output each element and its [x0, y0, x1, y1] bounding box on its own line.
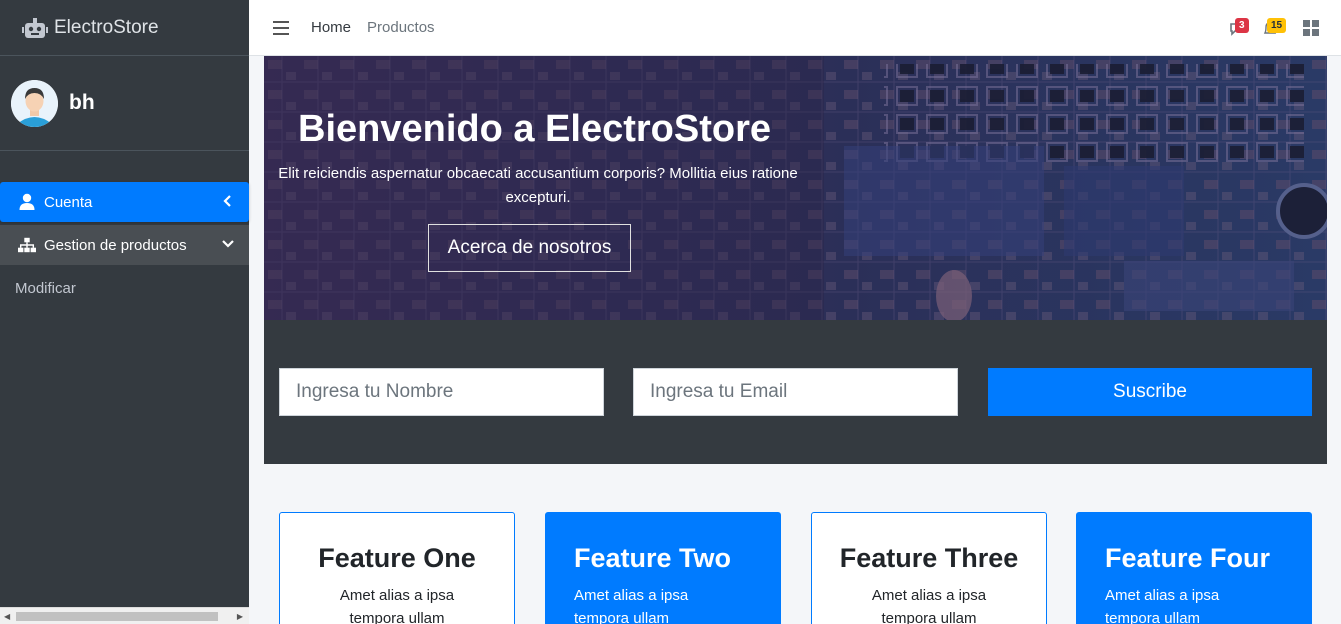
hero-title: Bienvenido a ElectroStore — [298, 108, 772, 150]
sidebar-subitem-label: Modificar — [15, 279, 76, 297]
nav-link-productos[interactable]: Productos — [367, 19, 435, 36]
feature-text: Amet alias a ipsa tempora ullam — [339, 587, 455, 624]
subscribe-section: Ingresa tu Nombre Ingresa tu Email Suscr… — [264, 320, 1327, 464]
scroll-right-icon[interactable]: ▶ — [237, 612, 243, 621]
alerts-button[interactable]: 15 — [1261, 16, 1287, 40]
subscribe-button[interactable]: Suscribe — [988, 368, 1312, 416]
top-navbar: Home Productos 3 15 — [249, 0, 1341, 56]
feature-title: Feature One — [318, 543, 476, 573]
about-us-button[interactable]: Acerca de nosotros — [428, 224, 631, 272]
feature-title: Feature Four — [1105, 543, 1271, 573]
feature-card: Feature Three Amet alias a ipsa tempora … — [811, 512, 1047, 624]
user-name[interactable]: bh — [69, 91, 95, 115]
sidebar: ElectroStore bh Cuenta Gestion de produc… — [0, 0, 249, 624]
avatar-image — [11, 79, 58, 127]
feature-title: Feature Two — [574, 543, 732, 573]
feature-card: Feature One Amet alias a ipsa tempora ul… — [279, 512, 515, 624]
feature-card: Feature Four Amet alias a ipsa tempora u… — [1076, 512, 1312, 624]
feature-text: Amet alias a ipsa tempora ullam — [1105, 587, 1220, 624]
sitemap-icon — [18, 237, 36, 253]
user-panel[interactable]: bh — [0, 56, 249, 151]
chevron-down-icon — [222, 240, 234, 248]
feature-text: Amet alias a ipsa tempora ullam — [574, 587, 689, 624]
user-icon — [19, 193, 35, 210]
robot-icon — [22, 17, 48, 38]
apps-grid-icon[interactable] — [1303, 20, 1319, 36]
navbar-right: 3 15 — [1229, 0, 1341, 56]
menu-toggle-icon[interactable] — [273, 20, 289, 35]
chevron-left-icon — [223, 195, 231, 207]
email-input[interactable]: Ingresa tu Email — [633, 368, 958, 416]
brand-link[interactable]: ElectroStore — [0, 0, 249, 56]
messages-badge: 3 — [1235, 18, 1249, 33]
sidebar-item-label: Gestion de productos — [44, 236, 187, 254]
feature-title: Feature Three — [839, 543, 1019, 573]
scrollbar-thumb[interactable] — [16, 612, 218, 621]
nav-link-home[interactable]: Home — [311, 19, 351, 36]
sidebar-item-label: Cuenta — [44, 193, 93, 211]
brand-name: ElectroStore — [54, 16, 159, 38]
sidebar-subitem-modificar[interactable]: Modificar — [0, 268, 249, 308]
hero-text: Elit reiciendis aspernatur obcaecati acc… — [278, 165, 798, 206]
feature-card: Feature Two Amet alias a ipsa tempora ul… — [545, 512, 781, 624]
sidebar-item-gestion-productos[interactable]: Gestion de productos — [0, 225, 249, 265]
horizontal-scrollbar[interactable]: ◀ ▶ — [0, 607, 249, 624]
hero-banner: Bienvenido a ElectroStore Elit reiciendi… — [264, 56, 1327, 320]
name-input[interactable]: Ingresa tu Nombre — [279, 368, 604, 416]
alerts-badge: 15 — [1267, 18, 1287, 33]
scroll-left-icon[interactable]: ◀ — [4, 612, 10, 621]
sidebar-nav: Cuenta Gestion de productos Modificar — [0, 182, 249, 308]
feature-text: Amet alias a ipsa tempora ullam — [871, 587, 987, 624]
messages-button[interactable]: 3 — [1229, 16, 1253, 40]
sidebar-item-cuenta[interactable]: Cuenta — [0, 182, 249, 222]
avatar[interactable] — [11, 79, 58, 127]
